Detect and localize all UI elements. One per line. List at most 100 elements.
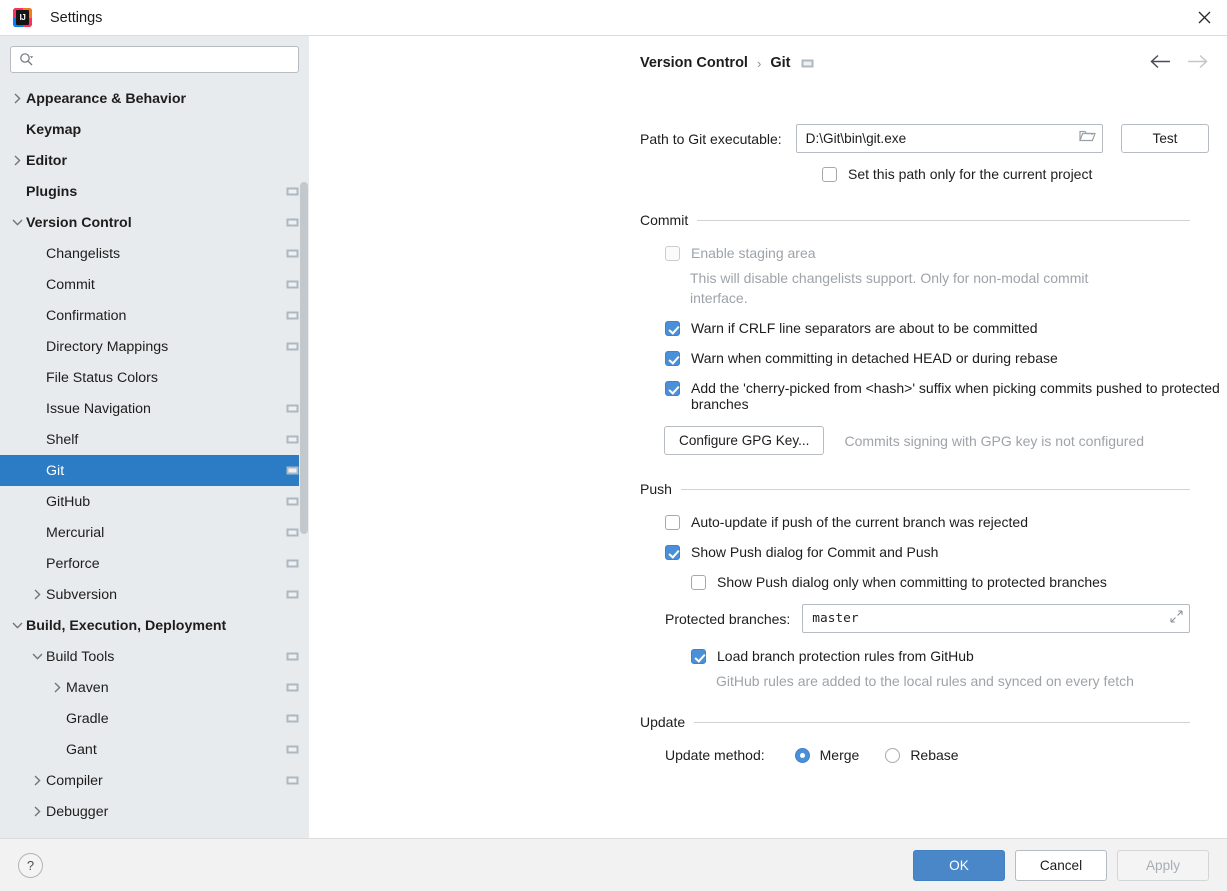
breadcrumb-separator: › [756,55,762,71]
git-path-row: Path to Git executable: D:\Git\bin\git.e… [309,124,1227,153]
sidebar-item-label: Git [46,462,65,479]
sidebar-item-shelf[interactable]: Shelf [0,424,309,455]
chevron-down-icon[interactable] [8,218,26,227]
configure-gpg-key-button[interactable]: Configure GPG Key... [664,426,825,455]
sidebar-item-issue-navigation[interactable]: Issue Navigation [0,393,309,424]
sidebar-item-plugins[interactable]: Plugins [0,176,309,207]
chevron-right-icon[interactable] [8,93,26,104]
chevron-right-icon[interactable] [28,775,46,786]
module-badge-icon [286,278,299,291]
protected-branches-field[interactable]: master [802,604,1190,633]
warn-crlf-checkbox[interactable] [665,321,680,336]
module-badge-icon [286,495,299,508]
sidebar-item-perforce[interactable]: Perforce [0,548,309,579]
sidebar-item-directory-mappings[interactable]: Directory Mappings [0,331,309,362]
sidebar-item-label: Plugins [26,183,78,200]
warn-crlf-label: Warn if CRLF line separators are about t… [691,320,1038,336]
sidebar-item-changelists[interactable]: Changelists [0,238,309,269]
chevron-right-icon[interactable] [48,682,66,693]
module-badge-icon [286,402,299,415]
update-method-row: Update method: Merge Rebase [665,747,1227,763]
git-path-field[interactable]: D:\Git\bin\git.exe [795,124,1103,153]
git-path-label: Path to Git executable: [640,130,782,147]
sidebar-item-gradle[interactable]: Gradle [0,703,309,734]
gpg-row: Configure GPG Key... Commits signing wit… [664,426,1227,455]
warn-crlf-row: Warn if CRLF line separators are about t… [665,320,1227,336]
sidebar-item-build-execution-deployment[interactable]: Build, Execution, Deployment [0,610,309,641]
sidebar-item-maven[interactable]: Maven [0,672,309,703]
cherry-picked-suffix-checkbox[interactable] [665,381,680,396]
module-badge-icon [286,526,299,539]
settings-tree[interactable]: Appearance & Behavior Keymap Editor Plugins… [0,81,309,838]
sidebar-item-gant[interactable]: Gant [0,734,309,765]
module-badge-icon [801,57,814,70]
commit-section-line [697,219,1190,221]
dialog-footer: ? OK Cancel Apply [0,838,1227,891]
set-path-only-project-row: Set this path only for the current proje… [822,166,1227,182]
auto-update-row: Auto-update if push of the current branc… [665,514,1227,530]
chevron-right-icon[interactable] [28,806,46,817]
push-section-line [680,488,1190,490]
sidebar-item-keymap[interactable]: Keymap [0,114,309,145]
module-badge-icon [286,185,299,198]
cancel-button[interactable]: Cancel [1015,849,1107,881]
sidebar-item-mercurial[interactable]: Mercurial [0,517,309,548]
module-badge-icon [286,774,299,787]
sidebar-item-build-tools[interactable]: Build Tools [0,641,309,672]
load-github-rules-checkbox[interactable] [691,649,706,664]
sidebar-scrollbar-track[interactable] [299,36,309,838]
sidebar-item-compiler[interactable]: Compiler [0,765,309,796]
set-path-only-project-checkbox[interactable] [822,167,837,182]
sidebar-item-label: Maven [66,679,109,696]
ok-button[interactable]: OK [913,849,1005,881]
sidebar-item-label: Debugger [46,803,109,820]
breadcrumb-root[interactable]: Version Control [640,55,748,71]
show-push-dialog-checkbox[interactable] [665,545,680,560]
auto-update-checkbox[interactable] [665,515,680,530]
module-badge-icon [286,650,299,663]
folder-icon[interactable] [1079,129,1096,148]
chevron-right-icon[interactable] [28,589,46,600]
sidebar-item-label: Gant [66,741,97,758]
warn-detached-head-checkbox[interactable] [665,351,680,366]
sidebar-item-debugger[interactable]: Debugger [0,796,309,827]
settings-dialog: IJ Settings Appearance & Behavior Keymap… [0,0,1227,891]
search-box[interactable] [10,46,299,73]
arrow-left-icon[interactable] [1149,54,1171,69]
footer-buttons: OK Cancel Apply [913,849,1209,881]
help-button[interactable]: ? [18,852,43,878]
module-badge-icon [286,340,299,353]
chevron-down-icon[interactable] [8,621,26,630]
close-icon[interactable] [1181,0,1227,35]
settings-sidebar: Appearance & Behavior Keymap Editor Plugins… [0,36,309,838]
chevron-right-icon[interactable] [8,155,26,166]
show-push-protected-checkbox[interactable] [691,575,706,590]
sidebar-item-label: Appearance & Behavior [26,90,187,107]
breadcrumb-current: Git [770,55,791,71]
sidebar-item-label: Directory Mappings [46,338,169,355]
sidebar-item-version-control[interactable]: Version Control [0,207,309,238]
sidebar-item-confirmation[interactable]: Confirmation [0,300,309,331]
expand-icon[interactable] [1170,609,1183,628]
update-method-merge-label: Merge [819,747,860,763]
search-icon [20,53,34,66]
sidebar-item-appearance-behavior[interactable]: Appearance & Behavior [0,83,309,114]
chevron-down-icon[interactable] [28,652,46,661]
sidebar-item-github[interactable]: GitHub [0,486,309,517]
navigation-arrows [1149,54,1209,69]
update-method-rebase-radio[interactable] [885,747,901,763]
sidebar-item-file-status-colors[interactable]: File Status Colors [0,362,309,393]
search-input[interactable] [34,47,298,72]
update-method-merge-radio[interactable] [794,747,810,763]
show-push-protected-label: Show Push dialog only when committing to… [717,574,1107,590]
auto-update-label: Auto-update if push of the current branc… [691,514,1028,530]
sidebar-scrollbar-thumb[interactable] [300,182,308,534]
show-push-protected-row: Show Push dialog only when committing to… [691,574,1227,590]
module-badge-icon [286,588,299,601]
module-badge-icon [286,557,299,570]
sidebar-item-subversion[interactable]: Subversion [0,579,309,610]
test-button[interactable]: Test [1121,124,1209,153]
sidebar-item-commit[interactable]: Commit [0,269,309,300]
sidebar-item-editor[interactable]: Editor [0,145,309,176]
sidebar-item-git[interactable]: Git [0,455,309,486]
